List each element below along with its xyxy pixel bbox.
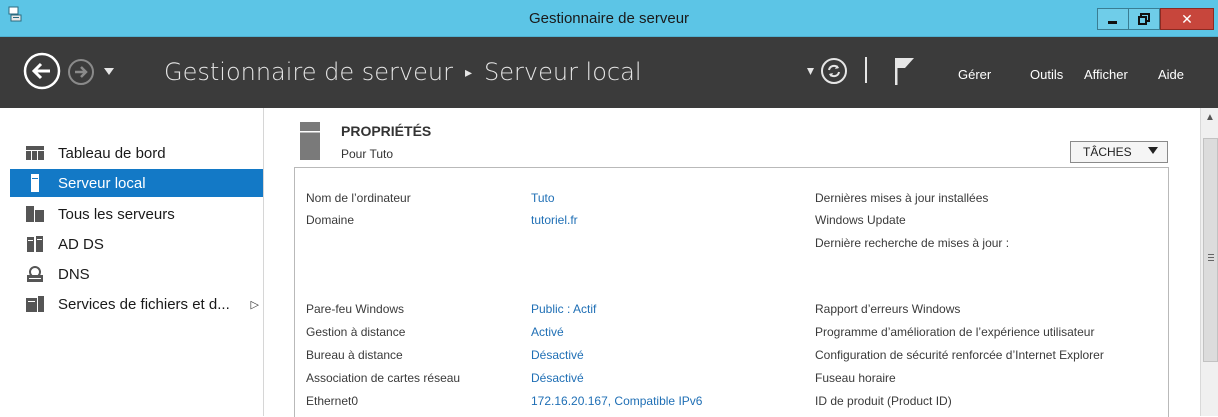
tasks-dropdown[interactable]: TÂCHES (1070, 141, 1168, 163)
property-label: Windows Update (815, 213, 906, 227)
menu-view[interactable]: Afficher (1084, 67, 1128, 82)
remote-desktop-link[interactable]: Désactivé (531, 348, 584, 362)
property-label: Programme d’amélioration de l’expérience… (815, 325, 1095, 339)
chevron-down-icon (1148, 147, 1158, 154)
minimize-button[interactable] (1097, 8, 1129, 30)
breadcrumb: Gestionnaire de serveur ▸ Serveur local (164, 58, 641, 86)
window-title: Gestionnaire de serveur (528, 10, 690, 27)
server-icon (26, 174, 44, 192)
sidebar-item-label: Services de fichiers et d... (58, 295, 230, 313)
app-header: Gestionnaire de serveur ▸ Serveur local Gé… (0, 37, 1218, 108)
property-label: Fuseau horaire (815, 371, 896, 385)
breadcrumb-dropdown-icon[interactable] (807, 68, 814, 75)
title-bar: Gestionnaire de serveur ✕ (0, 0, 1218, 37)
dns-icon (26, 265, 44, 283)
property-label: Bureau à distance (306, 348, 403, 362)
property-label: Nom de l’ordinateur (306, 191, 411, 205)
file-services-icon (26, 295, 44, 313)
close-button[interactable]: ✕ (1160, 8, 1214, 30)
properties-title: PROPRIÉTÉS (341, 123, 432, 139)
breadcrumb-current: Serveur local (484, 58, 642, 86)
scroll-thumb[interactable] (1203, 138, 1218, 362)
forward-arrow-icon[interactable] (67, 58, 95, 86)
dashboard-icon (26, 144, 44, 162)
remote-management-link[interactable]: Activé (531, 325, 564, 339)
property-label: Association de cartes réseau (306, 371, 461, 385)
refresh-icon[interactable] (820, 57, 848, 85)
sidebar-item-ad-ds[interactable]: AD DS (10, 230, 263, 258)
breadcrumb-separator-icon: ▸ (464, 65, 473, 81)
sidebar-item-label: Tableau de bord (58, 144, 166, 162)
sidebar-item-file-services[interactable]: Services de fichiers et d... ▷ (10, 290, 263, 318)
property-label: Dernière recherche de mises à jour : (815, 236, 1010, 250)
breadcrumb-root[interactable]: Gestionnaire de serveur (164, 58, 453, 86)
property-label: Gestion à distance (306, 325, 406, 339)
menu-help[interactable]: Aide (1158, 67, 1184, 82)
property-label: Configuration de sécurité renforcée d’In… (815, 348, 1104, 362)
servers-icon (26, 205, 44, 223)
ad-ds-icon (26, 235, 44, 253)
restore-button[interactable] (1128, 8, 1160, 30)
sidebar: Tableau de bord Serveur local Tous les s… (0, 108, 264, 416)
restore-icon (1138, 13, 1150, 25)
history-dropdown-icon[interactable] (104, 68, 114, 75)
tasks-label: TÂCHES (1083, 145, 1132, 159)
sidebar-item-dns[interactable]: DNS (10, 260, 263, 288)
properties-panel: Nom de l’ordinateur Domaine Pare-feu Win… (294, 167, 1169, 417)
grip-icon (1208, 254, 1214, 263)
header-divider (865, 57, 867, 83)
sidebar-item-local-server[interactable]: Serveur local (10, 169, 263, 197)
domain-link[interactable]: tutoriel.fr (531, 213, 578, 227)
property-label: Domaine (306, 213, 355, 227)
sidebar-item-label: Tous les serveurs (58, 205, 175, 223)
main-content: PROPRIÉTÉS Pour Tuto TÂCHES Nom de l’ord… (264, 108, 1200, 417)
property-label: Rapport d’erreurs Windows (815, 302, 961, 316)
minimize-icon (1108, 21, 1117, 24)
sidebar-item-label: Serveur local (58, 174, 146, 192)
property-label: Ethernet0 (306, 394, 359, 408)
scroll-up-icon[interactable]: ▲ (1201, 108, 1218, 126)
property-label: ID de produit (Product ID) (815, 394, 952, 408)
sidebar-item-dashboard[interactable]: Tableau de bord (10, 139, 263, 167)
nic-teaming-link[interactable]: Désactivé (531, 371, 584, 385)
sidebar-item-label: AD DS (58, 235, 104, 253)
properties-subtitle: Pour Tuto (341, 147, 394, 161)
notifications-flag-icon[interactable] (893, 56, 917, 86)
sidebar-item-label: DNS (58, 265, 90, 283)
properties-server-icon (300, 122, 320, 160)
ethernet-link[interactable]: 172.16.20.167, Compatible IPv6 (531, 394, 702, 408)
close-icon: ✕ (1181, 10, 1193, 27)
computer-name-link[interactable]: Tuto (531, 191, 555, 205)
vertical-scrollbar[interactable]: ▲ (1200, 108, 1218, 416)
back-arrow-icon[interactable] (23, 52, 61, 90)
submenu-arrow-icon[interactable]: ▷ (251, 298, 259, 311)
sidebar-item-all-servers[interactable]: Tous les serveurs (10, 200, 263, 228)
menu-tools[interactable]: Outils (1030, 67, 1063, 82)
firewall-link[interactable]: Public : Actif (531, 302, 596, 316)
menu-manage[interactable]: Gérer (958, 67, 991, 82)
property-label: Dernières mises à jour installées (815, 191, 989, 205)
property-label: Pare-feu Windows (306, 302, 405, 316)
